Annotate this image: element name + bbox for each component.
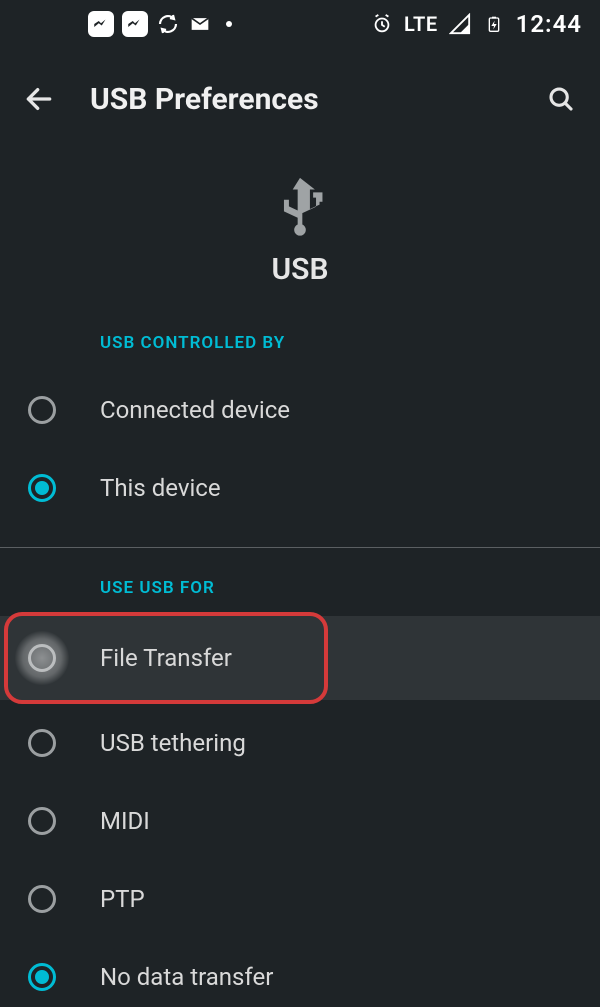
status-bar: LTE 12:44 xyxy=(0,0,600,48)
status-bar-right: LTE 12:44 xyxy=(370,10,582,38)
radio-icon xyxy=(28,396,56,424)
radio-icon xyxy=(28,807,56,835)
search-icon xyxy=(546,84,576,114)
mail-icon xyxy=(188,12,212,36)
status-bar-left xyxy=(18,11,232,37)
radio-icon xyxy=(28,885,56,913)
radio-usb-tethering[interactable]: USB tethering xyxy=(0,704,600,782)
radio-label: This device xyxy=(100,474,221,502)
radio-this-device[interactable]: This device xyxy=(0,449,600,527)
page-title: USB Preferences xyxy=(90,82,319,117)
radio-label: USB tethering xyxy=(100,729,246,757)
messenger-icon xyxy=(122,11,148,37)
clock: 12:44 xyxy=(516,10,582,38)
radio-connected-device[interactable]: Connected device xyxy=(0,371,600,449)
network-type: LTE xyxy=(404,12,438,36)
radio-checked-icon xyxy=(28,474,56,502)
app-bar: USB Preferences xyxy=(0,62,600,136)
search-button[interactable] xyxy=(544,82,578,116)
radio-checked-icon xyxy=(28,963,56,991)
radio-ptp[interactable]: PTP xyxy=(0,860,600,938)
radio-icon xyxy=(28,729,56,757)
radio-no-data-transfer[interactable]: No data transfer xyxy=(0,938,600,1007)
signal-icon xyxy=(448,12,472,36)
overflow-dot-icon xyxy=(226,21,232,27)
radio-label: MIDI xyxy=(100,807,150,835)
highlighted-option: File Transfer xyxy=(0,616,600,700)
alarm-icon xyxy=(370,12,394,36)
radio-label: PTP xyxy=(100,885,145,913)
section-divider xyxy=(0,547,600,548)
radio-file-transfer[interactable]: File Transfer xyxy=(0,616,600,700)
section-header-controlled-by: USB CONTROLLED BY xyxy=(0,333,600,353)
hero: USB xyxy=(0,172,600,287)
sync-icon xyxy=(156,12,180,36)
messenger-icon xyxy=(88,11,114,37)
ripple-effect xyxy=(15,631,69,685)
hero-label: USB xyxy=(271,252,328,287)
section-header-use-for: USE USB FOR xyxy=(0,578,600,598)
arrow-left-icon xyxy=(23,83,55,115)
usb-icon xyxy=(265,172,335,242)
battery-charging-icon xyxy=(482,12,506,36)
radio-midi[interactable]: MIDI xyxy=(0,782,600,860)
radio-label: File Transfer xyxy=(100,644,232,672)
radio-label: No data transfer xyxy=(100,963,273,991)
radio-label: Connected device xyxy=(100,396,290,424)
back-button[interactable] xyxy=(22,82,56,116)
